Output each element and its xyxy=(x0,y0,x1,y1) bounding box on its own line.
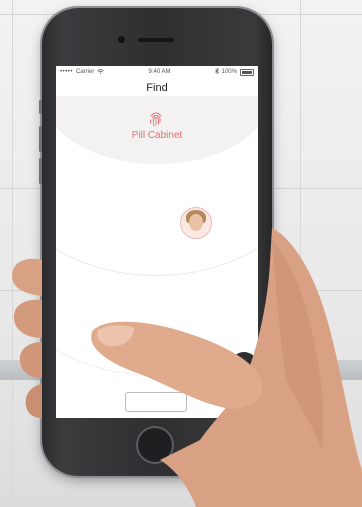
carrier-label: Carrier xyxy=(76,69,95,75)
battery-icon xyxy=(239,68,254,76)
signal-dots: ••••• xyxy=(60,69,74,75)
wifi-icon xyxy=(97,68,105,76)
earpiece-speaker xyxy=(138,38,174,42)
phone-screen: ••••• Carrier 9:40 AM 100% Find Pill Cab… xyxy=(56,66,258,418)
tile-grout-line xyxy=(300,0,301,507)
distance-button[interactable]: 3m xyxy=(230,352,258,380)
smartphone: ••••• Carrier 9:40 AM 100% Find Pill Cab… xyxy=(39,8,272,476)
front-camera xyxy=(118,36,125,43)
bluetooth-icon xyxy=(214,67,219,76)
tile-grout-line xyxy=(12,0,13,507)
bottom-action-button[interactable] xyxy=(125,392,187,412)
nav-bar: Find xyxy=(56,78,258,98)
person-avatar[interactable] xyxy=(180,207,212,239)
status-bar: ••••• Carrier 9:40 AM 100% xyxy=(56,66,258,78)
avatar-face xyxy=(189,214,203,231)
volume-up-button xyxy=(39,126,42,152)
volume-down-button xyxy=(39,158,42,184)
distance-label: 3m xyxy=(238,361,250,371)
battery-percent: 100% xyxy=(221,69,237,75)
pill-cabinet-label: Pill Cabinet xyxy=(131,130,183,141)
home-button[interactable] xyxy=(136,426,174,464)
page-title: Find xyxy=(146,82,168,94)
fingerprint-icon[interactable] xyxy=(149,110,163,128)
mute-switch xyxy=(39,100,42,114)
status-time: 9:40 AM xyxy=(148,69,171,75)
